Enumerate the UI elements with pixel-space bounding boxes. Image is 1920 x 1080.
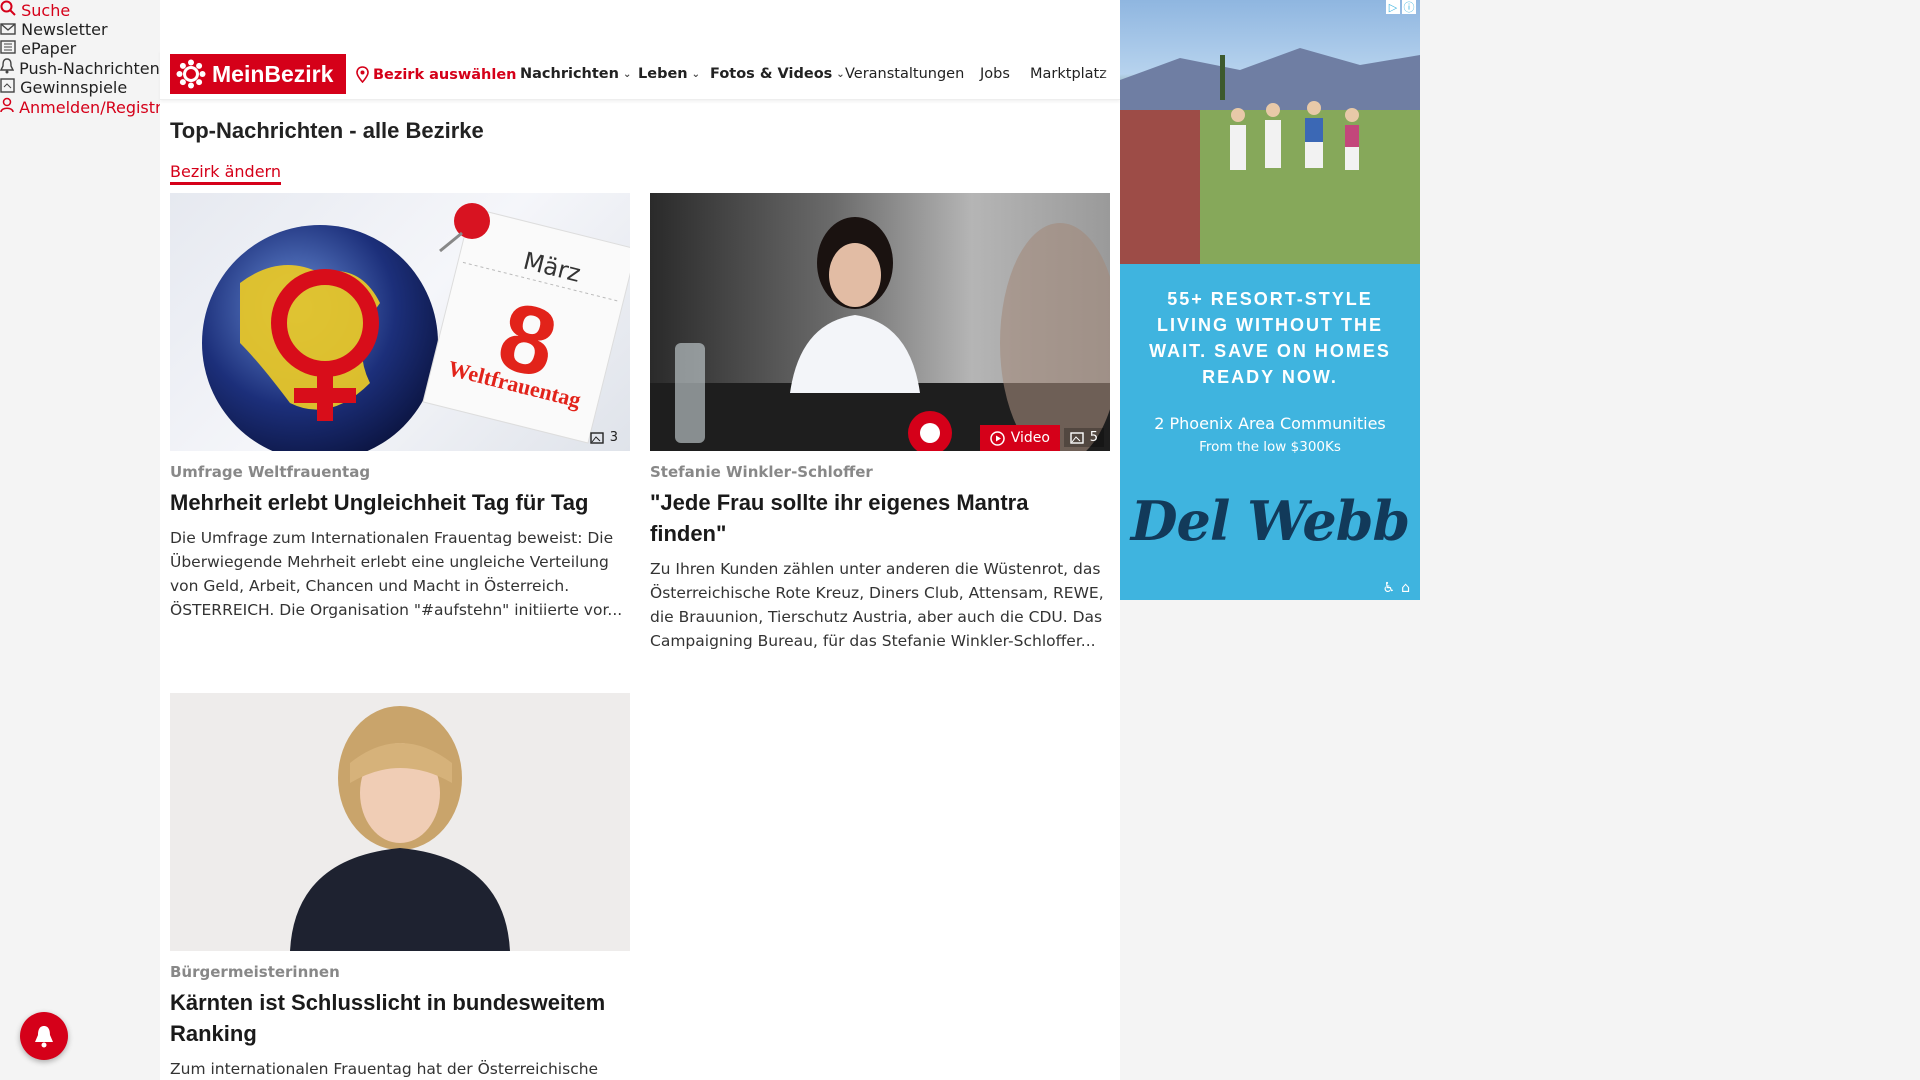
nav-item-veranstaltungen[interactable]: Veranstaltungen bbox=[845, 66, 964, 82]
article-category: Stefanie Winkler-Schloffer bbox=[650, 463, 873, 481]
article-teaser: Zu Ihren Kunden zählen unter anderen die… bbox=[650, 560, 1104, 650]
info-icon: ⓘ bbox=[1402, 0, 1416, 14]
ad-sub: 2 Phoenix Area Communities bbox=[1154, 414, 1386, 433]
nav-item-nachrichten[interactable]: Nachrichten ⌄ bbox=[520, 66, 631, 82]
image-count: 5 bbox=[1089, 430, 1098, 445]
newspaper-icon bbox=[0, 40, 16, 54]
nav-item-jobs[interactable]: Jobs bbox=[980, 66, 1010, 82]
article-teaser: Die Umfrage zum Internationalen Frauenta… bbox=[170, 529, 623, 619]
bezirk-change-link[interactable]: Bezirk ändern bbox=[170, 162, 281, 185]
video-label: Video bbox=[1010, 430, 1050, 446]
article-card[interactable]: Bürgermeisterinnen Kärnten ist Schlussli… bbox=[170, 693, 630, 1080]
newsletter-label: Newsletter bbox=[21, 20, 108, 39]
push-notification-button[interactable] bbox=[20, 1012, 68, 1060]
image-count-badge: 3 bbox=[584, 428, 624, 447]
article-headline[interactable]: Kärnten ist Schlusslicht in bundesweitem… bbox=[170, 987, 630, 1049]
epaper-label: ePaper bbox=[21, 39, 77, 58]
article-headline[interactable]: Mehrheit erlebt Ungleichheit Tag für Tag bbox=[170, 487, 630, 518]
ad-photo bbox=[1120, 0, 1420, 264]
gallery-icon bbox=[590, 431, 604, 444]
golf-scene bbox=[1120, 48, 1420, 264]
nav-item-label: Jobs bbox=[980, 66, 1010, 82]
bezirk-select[interactable]: Bezirk auswählen bbox=[356, 66, 517, 83]
ad-brand-logo: Del Webb bbox=[1130, 489, 1411, 553]
location-pin-icon bbox=[356, 66, 369, 83]
bell-icon bbox=[0, 58, 15, 74]
nav-item-leben[interactable]: Leben ⌄ bbox=[638, 66, 700, 82]
article-category: Umfrage Weltfrauentag bbox=[170, 463, 371, 481]
logo-sun-icon bbox=[176, 59, 206, 89]
page-title: Top-Nachrichten - alle Bezirke bbox=[170, 118, 484, 143]
article-teaser: Zum internationalen Frauentag hat der Ös… bbox=[170, 1060, 599, 1078]
equal-housing-icon: ⌂ bbox=[1401, 580, 1410, 596]
mail-icon bbox=[0, 23, 16, 35]
nav-item-fotos-videos[interactable]: Fotos & Videos ⌄ bbox=[710, 66, 845, 82]
search-icon bbox=[0, 0, 16, 16]
nav-item-label: Nachrichten bbox=[520, 66, 619, 82]
gewinnspiele-label: Gewinnspiele bbox=[20, 78, 128, 97]
user-icon bbox=[0, 97, 14, 113]
article-card[interactable]: März 8 Weltfrauentag 3 Umfrage Weltfraue… bbox=[170, 193, 630, 622]
weltfrauentag-illustration: März 8 Weltfrauentag bbox=[202, 203, 630, 451]
nav-item-marktplatz[interactable]: Marktplatz bbox=[1030, 66, 1118, 82]
nav-item-label: Veranstaltungen bbox=[845, 66, 965, 82]
push-label: Push-Nachrichten bbox=[19, 59, 160, 78]
article-card[interactable]: Video 5 Stefanie Winkler-Schloffer "Jede… bbox=[650, 193, 1110, 653]
ad-headline: 55+ RESORT-STYLE LIVING WITHOUT THE WAIT… bbox=[1149, 289, 1391, 387]
chevron-down-icon: ⌄ bbox=[691, 68, 701, 80]
image-count-badge: 5 bbox=[1063, 428, 1104, 447]
accessibility-icon: ♿ bbox=[1382, 580, 1396, 596]
ad-sub2: From the low $300Ks bbox=[1199, 439, 1341, 455]
gift-icon bbox=[0, 78, 15, 93]
article-category: Bürgermeisterinnen bbox=[170, 963, 340, 981]
bezirk-select-label: Bezirk auswählen bbox=[373, 66, 517, 83]
interview-photo bbox=[650, 217, 1110, 451]
logo-text: MeinBezirk bbox=[212, 60, 334, 87]
gallery-icon bbox=[1070, 431, 1084, 444]
search-label: Suche bbox=[21, 1, 71, 20]
ad-footer-icons: ♿ ⌂ bbox=[1383, 580, 1410, 596]
nav-item-label: Fotos & Videos bbox=[710, 66, 833, 82]
main-nav: MeinBezirk Bezirk auswählen Nachrichten … bbox=[160, 50, 1120, 100]
ad-choices[interactable]: ▷ ⓘ bbox=[1386, 0, 1416, 14]
article-image[interactable] bbox=[170, 693, 630, 951]
nav-item-label: Marktplatz bbox=[1030, 66, 1107, 82]
video-badge[interactable]: Video bbox=[979, 425, 1060, 451]
portrait-photo bbox=[290, 706, 510, 951]
advertisement[interactable]: 55+ RESORT-STYLE LIVING WITHOUT THE WAIT… bbox=[1120, 0, 1420, 600]
adchoices-icon: ▷ bbox=[1386, 0, 1400, 14]
chevron-down-icon: ⌄ bbox=[836, 68, 845, 80]
article-image[interactable]: Video 5 bbox=[650, 193, 1110, 451]
nav-item-label: Leben bbox=[638, 66, 688, 82]
logo[interactable]: MeinBezirk bbox=[170, 54, 346, 94]
play-icon bbox=[990, 430, 1005, 446]
chevron-down-icon: ⌄ bbox=[622, 68, 632, 80]
bell-icon bbox=[35, 1026, 53, 1048]
article-headline[interactable]: "Jede Frau sollte ihr eigenes Mantra fin… bbox=[650, 487, 1110, 549]
article-image[interactable]: März 8 Weltfrauentag 3 bbox=[170, 193, 630, 451]
image-count: 3 bbox=[609, 430, 618, 445]
